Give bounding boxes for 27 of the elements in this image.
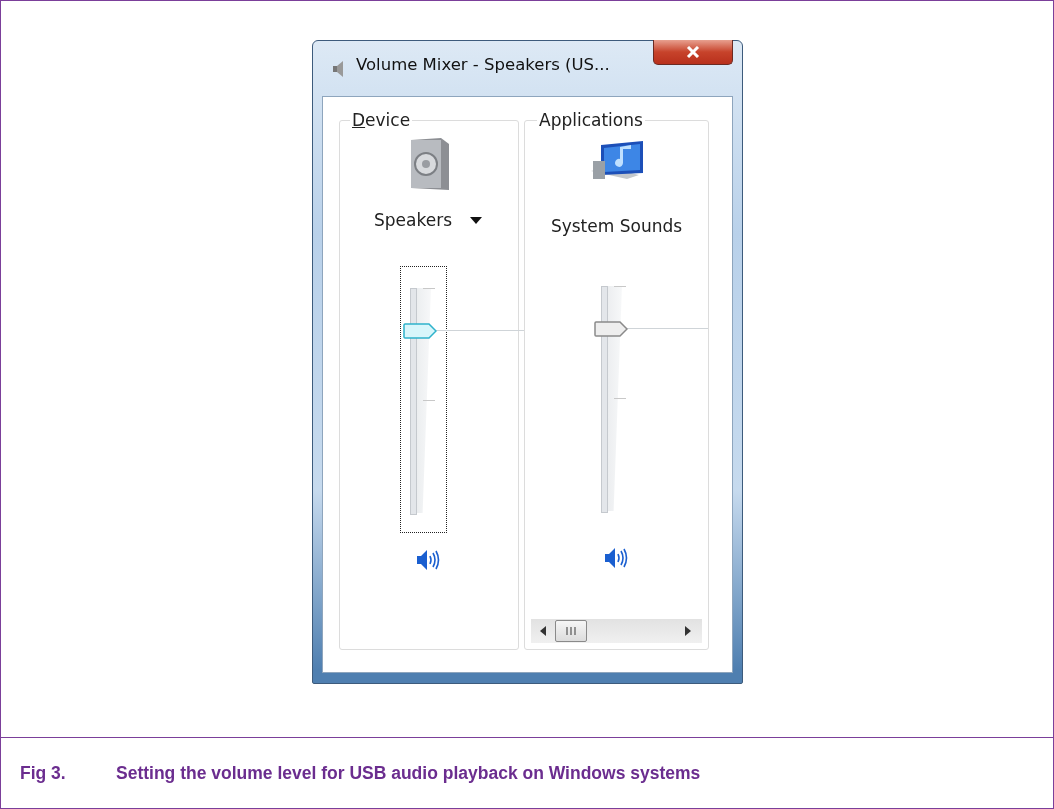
close-icon xyxy=(686,46,700,58)
group-label: Applications xyxy=(537,109,645,131)
tick-mark xyxy=(423,400,435,401)
slider-thumb[interactable] xyxy=(403,322,437,339)
left-arrow-icon[interactable] xyxy=(539,626,547,636)
window-title: Volume Mixer - Speakers (US... xyxy=(356,55,610,74)
speaker-icon xyxy=(603,547,630,569)
slider-thumb[interactable] xyxy=(594,320,628,337)
figure-caption: Setting the volume level for USB audio playback on Windows systems xyxy=(116,762,701,784)
volume-slider[interactable] xyxy=(400,266,447,533)
tick-mark xyxy=(614,286,626,287)
caret-icon xyxy=(470,216,482,224)
scroll-thumb[interactable] xyxy=(555,620,587,642)
horizontal-scrollbar[interactable] xyxy=(531,619,702,643)
tick-mark xyxy=(423,288,435,289)
channel-name: Speakers xyxy=(374,210,452,230)
group-label: Device xyxy=(350,109,413,131)
figure-number: Fig 3. xyxy=(20,762,67,784)
channel-name: System Sounds xyxy=(550,216,683,236)
mute-button[interactable] xyxy=(603,547,630,569)
close-button[interactable] xyxy=(653,40,733,65)
speaker-icon xyxy=(416,549,442,571)
dropdown-button[interactable] xyxy=(468,214,484,226)
mute-button[interactable] xyxy=(416,549,442,571)
tick-mark xyxy=(614,398,626,399)
right-arrow-icon[interactable] xyxy=(684,626,692,636)
speaker-icon xyxy=(332,60,346,78)
